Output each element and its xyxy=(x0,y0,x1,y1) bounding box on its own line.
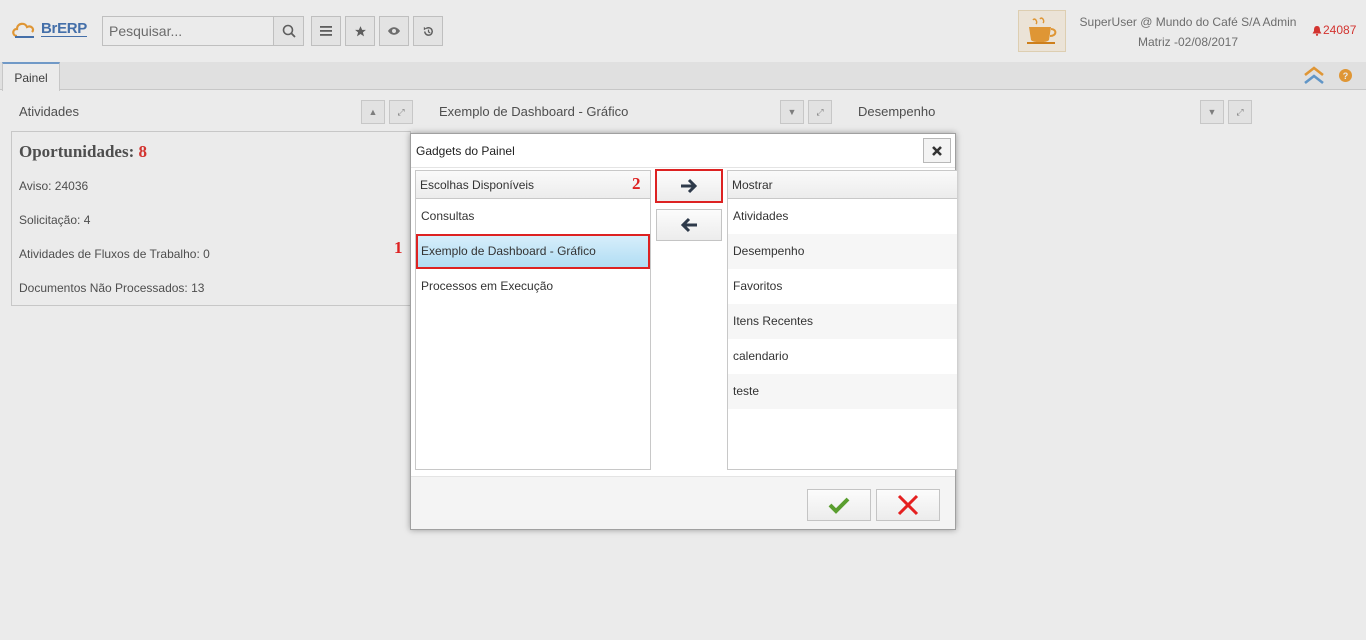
list-item[interactable]: Favoritos xyxy=(728,269,957,304)
close-icon xyxy=(932,145,942,156)
list-item[interactable]: teste xyxy=(728,374,957,409)
cancel-button[interactable] xyxy=(876,489,940,521)
list-item[interactable]: Atividades xyxy=(728,199,957,234)
arrow-left-icon xyxy=(680,217,697,233)
list-item[interactable]: Consultas xyxy=(416,199,650,234)
list-item[interactable]: Itens Recentes xyxy=(728,304,957,339)
move-left-button[interactable] xyxy=(656,209,722,241)
arrow-right-icon xyxy=(681,178,698,194)
list-item[interactable]: Processos em Execução xyxy=(416,269,650,304)
list-item[interactable]: Desempenho xyxy=(728,234,957,269)
checkmark-icon xyxy=(828,497,850,514)
close-button[interactable] xyxy=(923,138,951,163)
available-list-header: Escolhas Disponíveis xyxy=(416,171,650,199)
dialog-footer xyxy=(411,477,955,529)
shown-list[interactable]: Mostrar Atividades Desempenho Favoritos … xyxy=(727,170,957,470)
list-item[interactable]: calendario xyxy=(728,339,957,374)
ok-button[interactable] xyxy=(807,489,871,521)
available-list[interactable]: Escolhas Disponíveis Consultas Exemplo d… xyxy=(415,170,651,470)
step-label-2: 2 xyxy=(632,174,641,193)
cross-icon xyxy=(897,494,919,516)
move-right-button[interactable] xyxy=(655,169,723,203)
dialog-title: Gadgets do Painel xyxy=(416,144,515,158)
list-item-selected[interactable]: Exemplo de Dashboard - Gráfico xyxy=(416,234,650,269)
divider xyxy=(411,167,955,168)
shown-list-header: Mostrar xyxy=(728,171,957,199)
gadgets-dialog: Gadgets do Painel Escolhas Disponíveis C… xyxy=(410,133,957,530)
step-label-1: 1 xyxy=(394,238,403,257)
